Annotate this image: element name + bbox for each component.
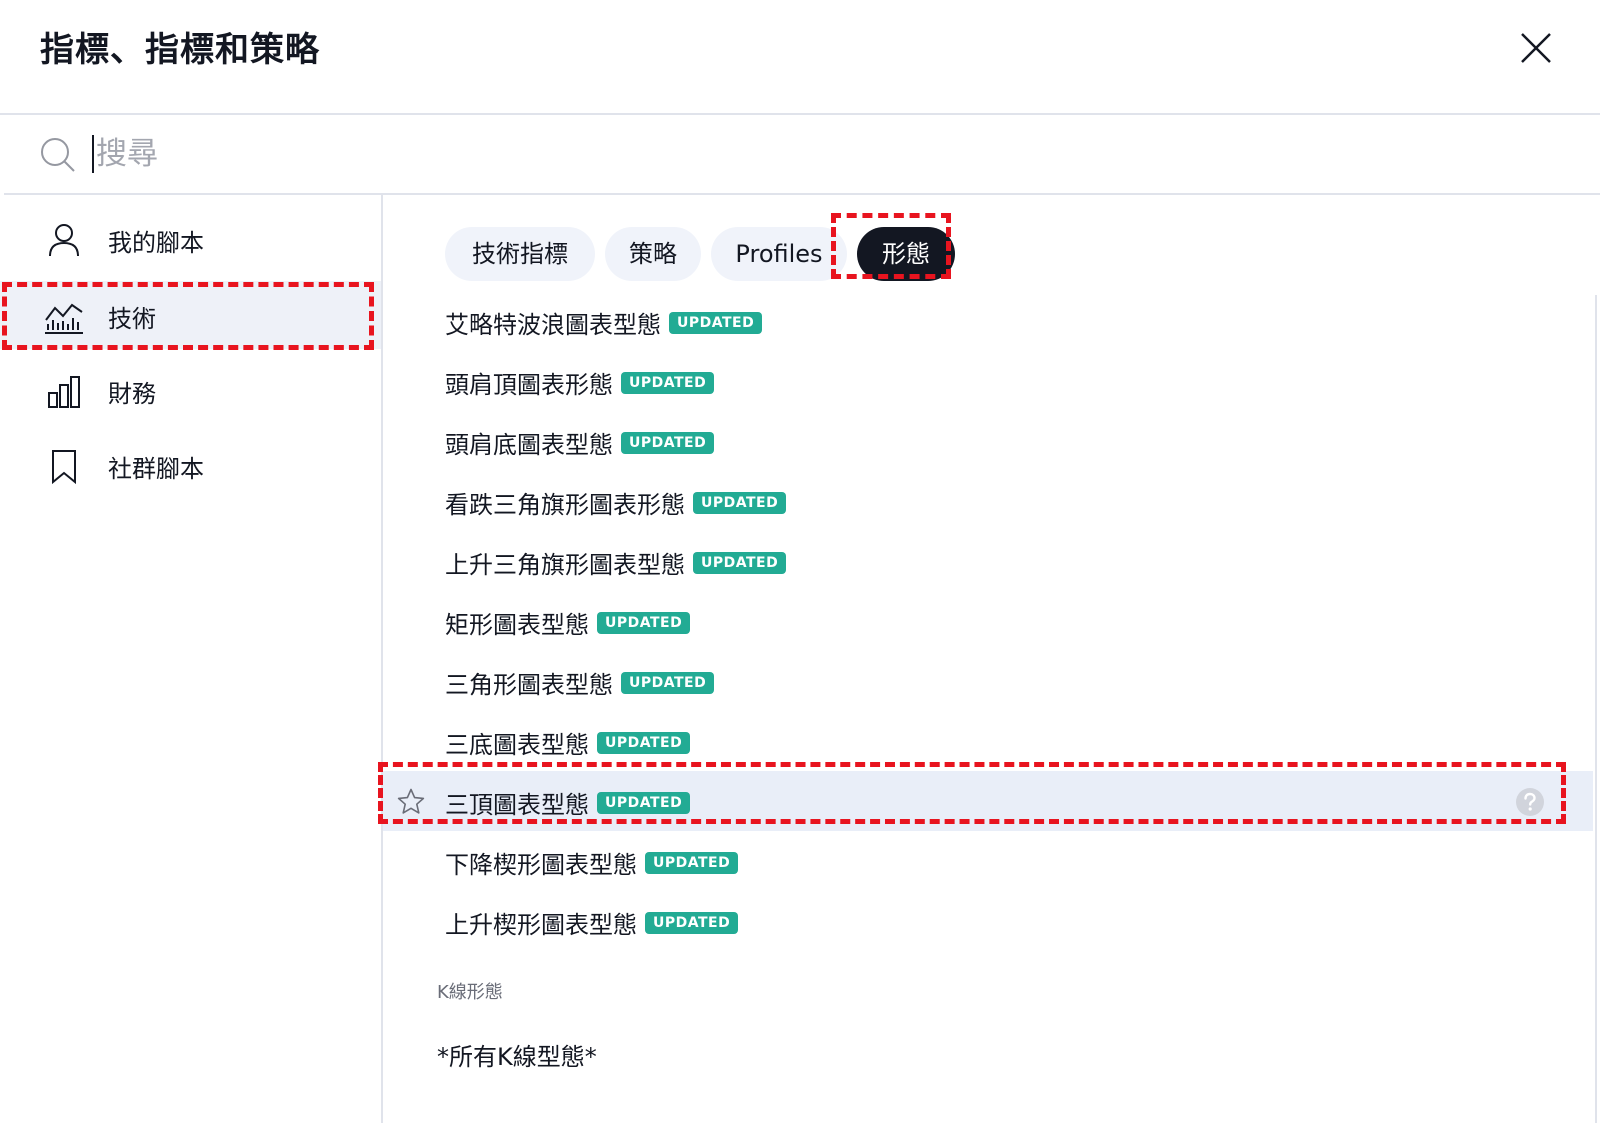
- star-icon[interactable]: [396, 787, 426, 817]
- section-heading-candlestick: K線形態: [437, 982, 503, 1003]
- updated-badge: UPDATED: [621, 371, 715, 394]
- updated-badge: UPDATED: [645, 911, 739, 934]
- list-item-content: 矩形圖表型態 UPDATED: [445, 605, 691, 640]
- search-bar: [4, 115, 1600, 195]
- sidebar-item-technicals[interactable]: 技術: [0, 281, 381, 349]
- list-item-content: 上升楔形圖表型態 UPDATED: [445, 905, 739, 940]
- main-panel: 技術指標 策略 Profiles 形態 艾略特波浪圖表型態 UPDATED 頭肩…: [383, 195, 1600, 1123]
- list-item[interactable]: 頭肩頂圖表形態 UPDATED: [383, 351, 1593, 411]
- list-item-content: 三底圖表型態 UPDATED: [445, 725, 691, 760]
- scrollbar-track[interactable]: [1595, 295, 1597, 1123]
- list-item[interactable]: 三角形圖表型態 UPDATED: [383, 651, 1593, 711]
- list-item-content: 上升三角旗形圖表型態 UPDATED: [445, 545, 787, 580]
- list-item-content: 下降楔形圖表型態 UPDATED: [445, 845, 739, 880]
- list-item-content: 頭肩頂圖表形態 UPDATED: [445, 365, 715, 400]
- list-item-content: 三角形圖表型態 UPDATED: [445, 665, 715, 700]
- sidebar-item-my-scripts[interactable]: 我的腳本: [0, 205, 381, 273]
- sidebar-item-label: 財務: [108, 380, 156, 408]
- list-item[interactable]: 下降楔形圖表型態 UPDATED: [383, 831, 1593, 891]
- sidebar-item-financials[interactable]: 財務: [0, 356, 381, 424]
- tab-indicators[interactable]: 技術指標: [445, 227, 595, 281]
- sidebar: 我的腳本 技術 財務 社群腳本: [0, 195, 383, 1123]
- close-button[interactable]: [1516, 28, 1556, 68]
- pattern-name: 三底圖表型態: [445, 731, 589, 759]
- bar-chart-icon: [48, 376, 80, 408]
- indicators-dialog: 指標、指標和策略 我的腳本: [0, 0, 1600, 1123]
- list-item[interactable]: 艾略特波浪圖表型態 UPDATED: [383, 291, 1593, 351]
- list-item[interactable]: 上升三角旗形圖表型態 UPDATED: [383, 531, 1593, 591]
- list-item-content: 看跌三角旗形圖表形態 UPDATED: [445, 485, 787, 520]
- pattern-name: 頭肩底圖表型態: [445, 431, 613, 459]
- pattern-name: 三角形圖表型態: [445, 671, 613, 699]
- updated-badge: UPDATED: [597, 611, 691, 634]
- list-item-content: 艾略特波浪圖表型態 UPDATED: [445, 305, 763, 340]
- help-icon[interactable]: [1515, 787, 1545, 817]
- tab-strategies[interactable]: 策略: [605, 227, 701, 281]
- close-icon: [1521, 33, 1551, 63]
- sidebar-item-label: 社群腳本: [108, 455, 204, 483]
- list-item-all-candlestick[interactable]: *所有K線型態*: [437, 1037, 597, 1072]
- updated-badge: UPDATED: [621, 671, 715, 694]
- list-item[interactable]: 三底圖表型態 UPDATED: [383, 711, 1593, 771]
- user-icon: [49, 224, 79, 257]
- list-item[interactable]: 看跌三角旗形圖表形態 UPDATED: [383, 471, 1593, 531]
- dialog-title: 指標、指標和策略: [40, 30, 320, 70]
- search-input[interactable]: [96, 129, 1496, 179]
- pattern-name: 矩形圖表型態: [445, 611, 589, 639]
- sidebar-item-community-scripts[interactable]: 社群腳本: [0, 431, 381, 499]
- pattern-name: 上升三角旗形圖表型態: [445, 551, 685, 579]
- list-item-triple-top[interactable]: 三頂圖表型態 UPDATED: [383, 771, 1593, 831]
- tab-profiles[interactable]: Profiles: [711, 227, 847, 281]
- list-item-content: 頭肩底圖表型態 UPDATED: [445, 425, 715, 460]
- search-icon: [41, 138, 75, 172]
- updated-badge: UPDATED: [621, 431, 715, 454]
- pattern-name: 頭肩頂圖表形態: [445, 371, 613, 399]
- chart-icon: [45, 303, 83, 334]
- updated-badge: UPDATED: [669, 311, 763, 334]
- pattern-name: 下降楔形圖表型態: [445, 851, 637, 879]
- text-caret: [92, 135, 94, 173]
- list-item-content: 三頂圖表型態 UPDATED: [445, 785, 691, 820]
- list-item[interactable]: 上升楔形圖表型態 UPDATED: [383, 891, 1593, 951]
- pattern-name: 三頂圖表型態: [445, 791, 589, 819]
- list-item[interactable]: 矩形圖表型態 UPDATED: [383, 591, 1593, 651]
- updated-badge: UPDATED: [693, 551, 787, 574]
- dialog-header: 指標、指標和策略: [0, 0, 1600, 115]
- sidebar-item-label: 技術: [108, 305, 156, 333]
- sidebar-item-label: 我的腳本: [108, 229, 204, 257]
- updated-badge: UPDATED: [597, 731, 691, 754]
- updated-badge: UPDATED: [597, 791, 691, 814]
- list-item[interactable]: 頭肩底圖表型態 UPDATED: [383, 411, 1593, 471]
- pattern-name: 上升楔形圖表型態: [445, 911, 637, 939]
- tab-patterns[interactable]: 形態: [857, 227, 955, 281]
- pattern-name: 看跌三角旗形圖表形態: [445, 491, 685, 519]
- updated-badge: UPDATED: [645, 851, 739, 874]
- bookmark-icon: [52, 450, 76, 485]
- pattern-name: 艾略特波浪圖表型態: [445, 311, 661, 339]
- updated-badge: UPDATED: [693, 491, 787, 514]
